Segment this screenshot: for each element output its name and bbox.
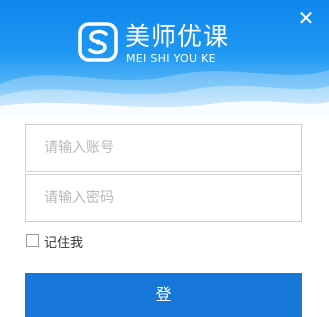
account-field bbox=[25, 124, 302, 172]
password-field bbox=[25, 174, 302, 222]
brand-logo-icon bbox=[78, 22, 118, 62]
brand-subtitle: MEI SHI YOU KE bbox=[126, 52, 216, 65]
password-input[interactable] bbox=[26, 175, 301, 221]
remember-label: 记住我 bbox=[44, 236, 84, 251]
brand-name: 美师优课 bbox=[125, 22, 230, 51]
login-button[interactable]: 登 bbox=[25, 273, 302, 317]
login-header: ✕ 美师优课 MEI SHI YOU KE bbox=[0, 0, 329, 118]
close-icon[interactable]: ✕ bbox=[297, 8, 315, 28]
remember-checkbox[interactable] bbox=[26, 234, 39, 247]
account-input[interactable] bbox=[26, 125, 301, 171]
